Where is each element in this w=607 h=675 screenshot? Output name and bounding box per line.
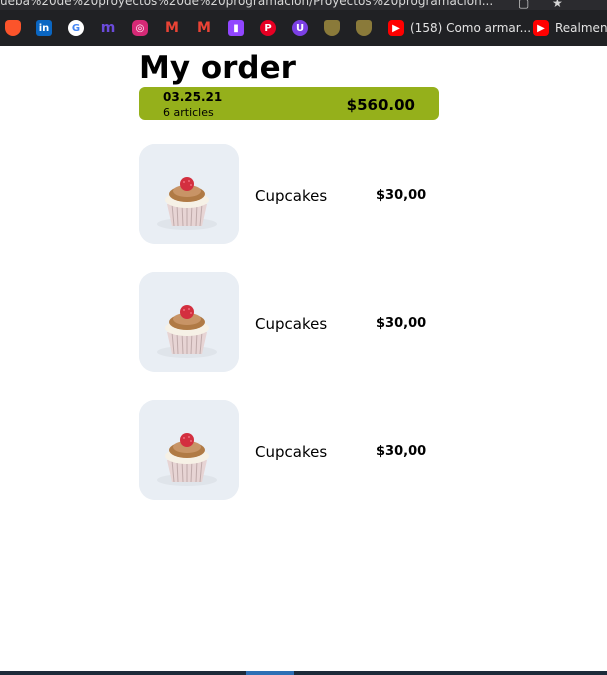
item-name: Cupcakes bbox=[255, 187, 328, 205]
bookmark-pinterest[interactable]: P bbox=[260, 20, 276, 36]
order-date: 03.25.21 bbox=[163, 90, 223, 104]
browser-titlebar: ueba%20de%20proyectos%20de%20programacio… bbox=[0, 0, 607, 10]
pinterest-icon: P bbox=[260, 20, 276, 36]
instagram-icon: ◎ bbox=[132, 20, 148, 36]
address-bar-text[interactable]: ueba%20de%20proyectos%20de%20programacio… bbox=[0, 0, 493, 8]
cupcake-image bbox=[139, 400, 239, 500]
order-total: $560.00 bbox=[346, 96, 415, 114]
bookmark-shield-2[interactable] bbox=[356, 20, 372, 36]
shield-icon bbox=[356, 20, 372, 36]
page-title: My order bbox=[139, 50, 296, 86]
bookmark-linkedin[interactable]: in bbox=[36, 20, 52, 36]
bookmark-youtube-1[interactable]: ▶ (158) Como armar... bbox=[388, 20, 531, 36]
star-icon[interactable]: ★ bbox=[552, 0, 563, 10]
u-app-icon: U bbox=[292, 20, 308, 36]
bookmark-m-app[interactable]: m bbox=[100, 20, 116, 36]
item-name: Cupcakes bbox=[255, 315, 328, 333]
restore-icon[interactable]: ▢ bbox=[518, 0, 529, 10]
youtube-icon: ▶ bbox=[388, 20, 404, 36]
order-summary-banner: 03.25.21 6 articles $560.00 bbox=[139, 87, 439, 120]
shield-icon bbox=[324, 20, 340, 36]
bookmark-label: Realment bbox=[555, 21, 607, 35]
bookmark-label: (158) Como armar... bbox=[410, 21, 532, 35]
gmail-icon: M bbox=[197, 20, 211, 36]
item-price: $30,00 bbox=[376, 316, 427, 331]
bookmark-shield-1[interactable] bbox=[324, 20, 340, 36]
article-count: 6 articles bbox=[163, 106, 214, 119]
item-name: Cupcakes bbox=[255, 443, 328, 461]
gmail-icon: M bbox=[165, 20, 179, 36]
bookmark-youtube-2[interactable]: ▶ Realment bbox=[533, 20, 607, 36]
m-app-icon: m bbox=[100, 20, 116, 36]
cupcake-image bbox=[139, 272, 239, 372]
cupcake-image bbox=[139, 144, 239, 244]
linkedin-icon: in bbox=[36, 20, 52, 36]
order-item[interactable]: Cupcakes $30,00 bbox=[139, 144, 439, 244]
item-price: $30,00 bbox=[376, 444, 427, 459]
bookmark-gmail-2[interactable]: M bbox=[196, 20, 212, 36]
twitch-icon: ▮ bbox=[228, 20, 244, 36]
bookmark-google[interactable]: G bbox=[68, 20, 84, 36]
bookmark-u-app[interactable]: U bbox=[292, 20, 308, 36]
bookmark-twitch[interactable]: ▮ bbox=[228, 20, 244, 36]
taskbar bbox=[0, 671, 607, 675]
bookmark-brave[interactable] bbox=[5, 20, 21, 36]
bookmarks-bar: in G m ◎ M M ▮ P U ▶ (158) Como armar...… bbox=[0, 10, 607, 47]
page-content: My order 03.25.21 6 articles $560.00 Cup… bbox=[0, 46, 607, 675]
order-item[interactable]: Cupcakes $30,00 bbox=[139, 272, 439, 372]
brave-icon bbox=[5, 20, 21, 36]
google-icon: G bbox=[68, 20, 84, 36]
bookmark-instagram[interactable]: ◎ bbox=[132, 20, 148, 36]
taskbar-active-indicator bbox=[246, 671, 294, 675]
youtube-icon: ▶ bbox=[533, 20, 549, 36]
item-price: $30,00 bbox=[376, 188, 427, 203]
bookmark-gmail-1[interactable]: M bbox=[164, 20, 180, 36]
order-item[interactable]: Cupcakes $30,00 bbox=[139, 400, 439, 500]
